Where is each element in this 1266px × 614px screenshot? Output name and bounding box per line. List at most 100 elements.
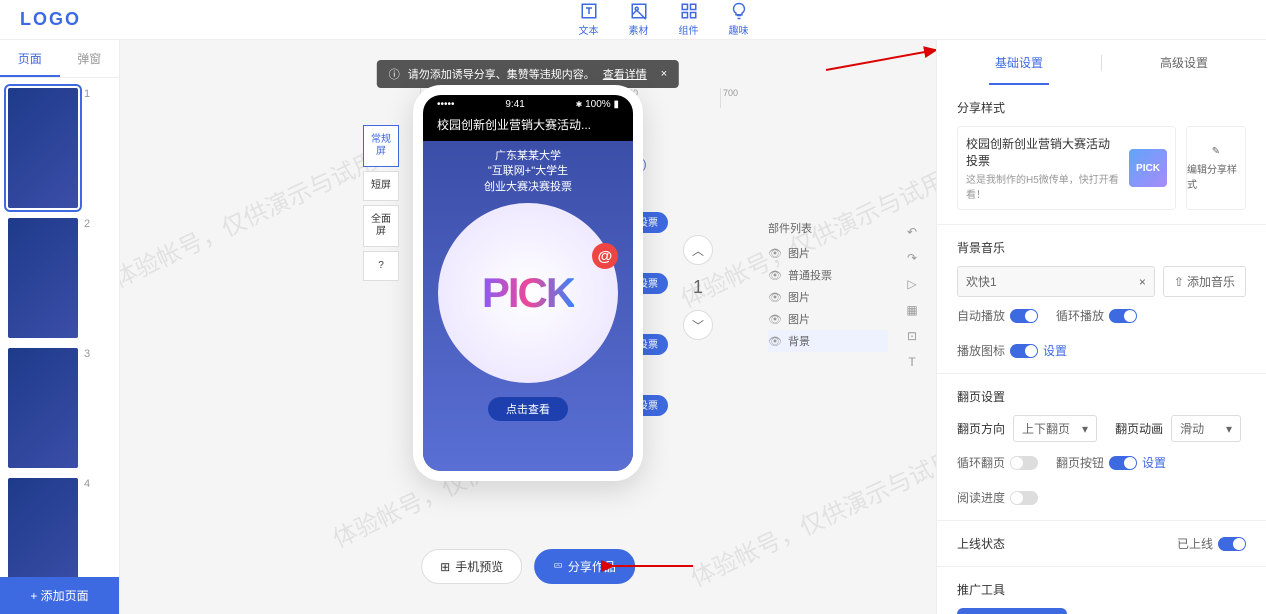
section-paging: 翻页设置 翻页方向 上下翻页▾ 翻页动画 滑动▾ 循环翻页 翻页按钮设置 阅读进… — [937, 374, 1266, 521]
canvas-area: 体验帐号，仅供演示与试用 体验帐号，仅供演示与试用 体验帐号，仅供演示与试用 体… — [120, 40, 936, 614]
status-time: 9:41 — [505, 99, 524, 110]
settings-tabs: 基础设置 高级设置 — [937, 40, 1266, 85]
page-thumb-2[interactable] — [8, 218, 78, 338]
thumb-number: 4 — [84, 478, 90, 490]
pick-text: PICK — [482, 269, 574, 317]
thumb-number: 3 — [84, 348, 90, 360]
screen-tab-full[interactable]: 全面屏 — [363, 205, 399, 247]
music-selected[interactable]: 欢快1 × — [957, 266, 1155, 297]
notice-link[interactable]: 查看详情 — [603, 66, 647, 82]
chevron-down-icon: ▾ — [1226, 422, 1232, 436]
edit-share-style-button[interactable]: ✎ 编辑分享样式 — [1186, 126, 1246, 210]
toggle-play-icon[interactable] — [1010, 344, 1038, 358]
tab-page[interactable]: 页面 — [0, 40, 60, 77]
cta-button[interactable]: 点击查看 — [488, 397, 568, 421]
share-thumbnail: PICK — [1129, 149, 1167, 187]
component-item[interactable]: 👁图片 — [768, 242, 888, 264]
thumb-number: 2 — [84, 218, 90, 230]
paging-settings-link[interactable]: 设置 — [1142, 454, 1166, 471]
section-title: 上线状态 — [957, 535, 1005, 552]
redo-icon[interactable]: ↷ — [907, 251, 917, 265]
info-icon: ⓘ — [389, 66, 400, 82]
nav-down[interactable]: ﹀ — [683, 310, 713, 340]
add-music-button[interactable]: ⇧ 添加音乐 — [1163, 266, 1246, 297]
component-item[interactable]: 👁普通投票 — [768, 264, 888, 286]
select-page-animation[interactable]: 滑动▾ — [1171, 415, 1241, 442]
nav-page-number: 1 — [693, 277, 703, 298]
toggle-page-button[interactable] — [1109, 456, 1137, 470]
image-icon — [630, 2, 648, 20]
notice-bar: ⓘ 请勿添加诱导分享、集赞等违规内容。 查看详情 × — [377, 60, 679, 88]
tab-advanced-settings[interactable]: 高级设置 — [1102, 40, 1266, 85]
notice-text: 请勿添加诱导分享、集赞等违规内容。 — [408, 66, 595, 82]
screen-tab-normal[interactable]: 常规屏 — [363, 125, 399, 167]
at-badge: @ — [592, 243, 618, 269]
watermark: 体验帐号，仅供演示与试用 — [684, 440, 936, 593]
toggle-autoplay[interactable] — [1010, 309, 1038, 323]
text-icon — [580, 2, 598, 20]
select-page-direction[interactable]: 上下翻页▾ — [1013, 415, 1097, 442]
toggle-loop[interactable] — [1109, 309, 1137, 323]
clear-icon[interactable]: × — [1139, 275, 1146, 289]
chevron-down-icon: ▾ — [1082, 422, 1088, 436]
share-work-button[interactable]: ⮹ 分享作品 — [534, 549, 635, 584]
section-bg-music: 背景音乐 欢快1 × ⇧ 添加音乐 自动播放 循环播放 播放图标设置 — [937, 225, 1266, 374]
watermark: 体验帐号，仅供演示与试用 — [120, 141, 382, 294]
pick-hero: @ PICK — [438, 203, 618, 383]
text-tool-icon[interactable]: T — [908, 355, 915, 369]
left-sidebar: 页面 弹窗 1 2 3 4 5 + ⧉ 🗑 + 添加页面 — [0, 40, 120, 614]
tool-text[interactable]: 文本 — [579, 2, 599, 37]
music-settings-link[interactable]: 设置 — [1043, 342, 1067, 359]
content-title: 广东某某大学 "互联网+"大学生 创业大赛决赛投票 — [484, 149, 572, 195]
notice-close[interactable]: × — [661, 68, 667, 80]
share-card-title: 校园创新创业营销大赛活动投票 — [966, 135, 1121, 169]
component-item-selected[interactable]: 👁背景 — [768, 330, 888, 352]
bulb-icon — [730, 2, 748, 20]
eye-icon: 👁 — [768, 335, 782, 348]
section-online-status: 上线状态 已上线 — [937, 521, 1266, 567]
phone-preview-button[interactable]: ⊞ 手机预览 — [421, 549, 522, 584]
nav-up[interactable]: ︿ — [683, 235, 713, 265]
section-promo: 推广工具 推广小助手 0成本获取流量 立即使用 — [937, 567, 1266, 614]
canvas-tool-strip: ↶ ↷ ▷ ▦ ⊡ T — [900, 225, 924, 369]
upload-icon: ⇧ — [1174, 275, 1184, 289]
screen-size-tabs: 常规屏 短屏 全面屏 ? — [363, 125, 399, 281]
share-card-subtitle: 这是我制作的H5微传单，快打开看看！ — [966, 171, 1121, 201]
component-item[interactable]: 👁图片 — [768, 308, 888, 330]
layers-icon[interactable]: ▦ — [906, 303, 917, 317]
screen-tab-short[interactable]: 短屏 — [363, 171, 399, 201]
tool-tabs: 文本 素材 组件 趣味 — [579, 2, 749, 37]
tab-popup[interactable]: 弹窗 — [60, 40, 120, 77]
section-title: 分享样式 — [957, 99, 1246, 116]
share-preview-card: 校园创新创业营销大赛活动投票 这是我制作的H5微传单，快打开看看！ PICK — [957, 126, 1176, 210]
phone-preview: 常规屏 短屏 全面屏 ? ︿ 1 ﹀ ••••• 9:41 ✱ 100% ▮ — [398, 85, 658, 481]
play-icon[interactable]: ▷ — [907, 277, 916, 291]
toggle-read-progress[interactable] — [1010, 491, 1038, 505]
eye-icon: 👁 — [768, 269, 782, 282]
toggle-page-loop[interactable] — [1010, 456, 1038, 470]
layout-icon[interactable]: ⊡ — [907, 329, 917, 343]
thumb-number: 1 — [84, 88, 90, 100]
phone-screen: ••••• 9:41 ✱ 100% ▮ 校园创新创业营销大赛活动... 广东某某… — [423, 95, 633, 471]
promo-card: 推广小助手 0成本获取流量 立即使用 — [957, 608, 1067, 614]
component-list: 部件列表 👁图片 👁普通投票 👁图片 👁图片 👁背景 — [768, 220, 888, 352]
edit-icon: ✎ — [1212, 146, 1220, 157]
eye-icon: 👁 — [768, 313, 782, 326]
undo-icon[interactable]: ↶ — [907, 225, 917, 239]
tab-basic-settings[interactable]: 基础设置 — [937, 40, 1101, 85]
tool-fun[interactable]: 趣味 — [729, 2, 749, 37]
page-thumb-1[interactable] — [8, 88, 78, 208]
eye-icon: 👁 — [768, 291, 782, 304]
section-share-style: 分享样式 校园创新创业营销大赛活动投票 这是我制作的H5微传单，快打开看看！ P… — [937, 85, 1266, 225]
component-item[interactable]: 👁图片 — [768, 286, 888, 308]
page-thumb-4[interactable] — [8, 478, 78, 577]
grid-icon — [680, 2, 698, 20]
toggle-online[interactable] — [1218, 537, 1246, 551]
screen-tab-help[interactable]: ? — [363, 251, 399, 281]
phone-title: 校园创新创业营销大赛活动... — [423, 112, 633, 141]
share-icon: ⮹ — [553, 559, 563, 574]
tool-material[interactable]: 素材 — [629, 2, 649, 37]
add-page-button[interactable]: + 添加页面 — [0, 577, 119, 614]
tool-component[interactable]: 组件 — [679, 2, 699, 37]
page-thumb-3[interactable] — [8, 348, 78, 468]
